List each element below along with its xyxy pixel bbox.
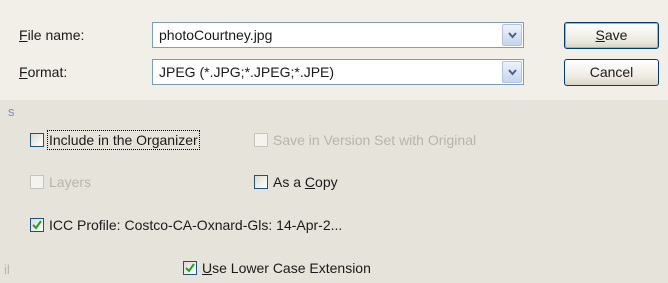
chevron-down-icon [508,32,517,39]
include-organizer-label[interactable]: Include in the Organizer [47,130,200,150]
checkmark-icon [32,220,42,230]
icc-profile-label[interactable]: ICC Profile: Costco-CA-Oxnard-Gls: 14-Ap… [49,217,342,233]
cancel-button[interactable]: Cancel [564,59,659,86]
options-section [0,100,668,283]
lower-case-ext-label[interactable]: Use Lower Case Extension [202,260,371,276]
format-combo[interactable]: JPEG (*.JPG;*.JPEG;*.JPE) [152,59,524,85]
format-value[interactable]: JPEG (*.JPG;*.JPEG;*.JPE) [159,64,334,80]
checkmark-icon [185,263,195,273]
chevron-down-icon [508,69,517,76]
icc-profile-checkbox[interactable] [30,218,44,232]
file-name-dropdown-button[interactable] [502,24,522,46]
as-copy-label[interactable]: As a Copy [273,174,338,190]
version-set-checkbox [254,133,268,147]
truncated-edge-text: s [8,104,15,119]
save-button[interactable]: Save [564,22,659,49]
layers-label: Layers [49,174,92,190]
version-set-label: Save in Version Set with Original [273,132,477,148]
file-name-combo[interactable]: photoCourtney.jpg [152,22,524,48]
include-organizer-checkbox[interactable] [30,133,44,147]
format-label: Format: [19,64,68,80]
lower-case-ext-checkbox[interactable] [183,261,197,275]
as-copy-checkbox[interactable] [254,175,268,189]
layers-checkbox [30,175,44,189]
format-dropdown-button[interactable] [502,61,522,83]
truncated-edge-text: il [4,262,10,277]
file-name-label: File name: [19,27,85,43]
file-name-value[interactable]: photoCourtney.jpg [159,27,272,43]
